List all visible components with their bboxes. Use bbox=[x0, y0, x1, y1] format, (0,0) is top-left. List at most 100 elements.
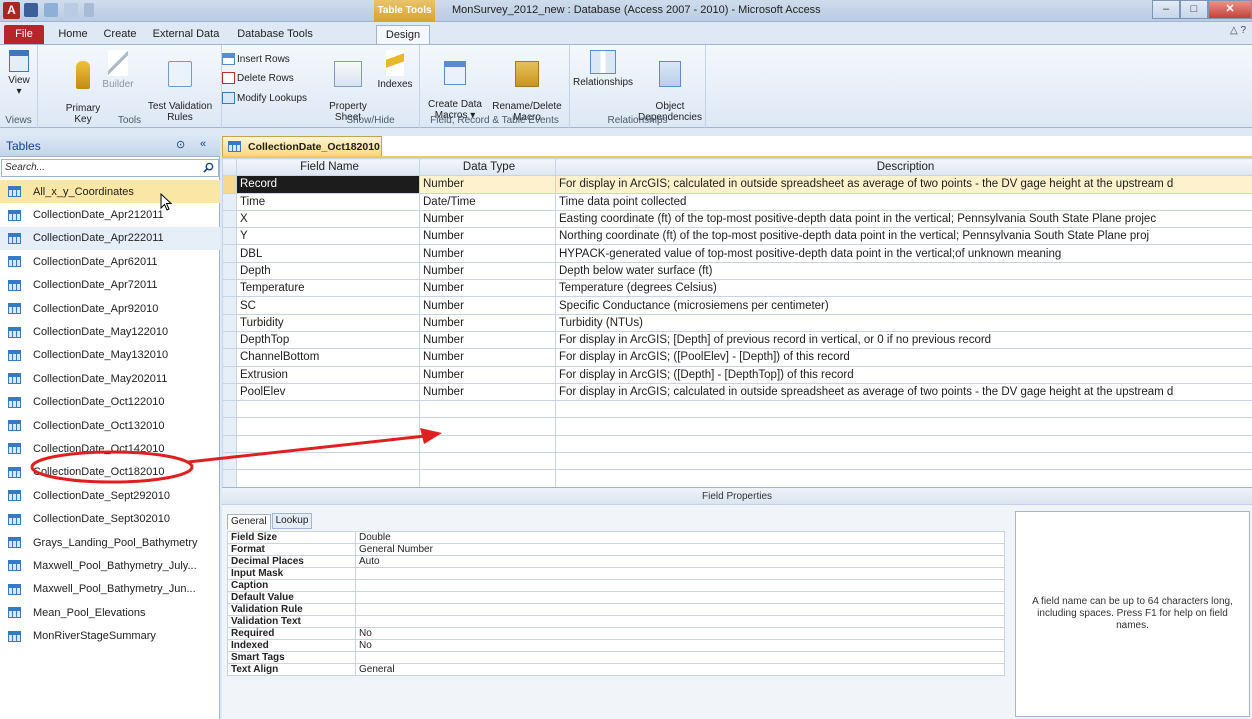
data-type-cell[interactable]: Number bbox=[419, 330, 556, 350]
tab-database-tools[interactable]: Database Tools bbox=[228, 25, 322, 44]
row-selector[interactable] bbox=[222, 452, 237, 471]
field-name-cell[interactable]: DBL bbox=[236, 244, 420, 263]
empty-field-row[interactable] bbox=[222, 469, 1252, 488]
row-selector[interactable] bbox=[222, 261, 237, 281]
access-app-icon[interactable]: A bbox=[3, 2, 20, 19]
tab-lookup[interactable]: Lookup bbox=[271, 513, 313, 529]
description-cell[interactable]: Temperature (degrees Celsius) bbox=[555, 279, 1252, 298]
maximize-button[interactable]: □ bbox=[1180, 0, 1208, 19]
data-type-cell[interactable] bbox=[419, 434, 556, 454]
nav-table-item[interactable]: Grays_Landing_Pool_Bathymetry bbox=[0, 531, 220, 554]
field-row[interactable]: Depth Number Depth below water surface (ft… bbox=[222, 261, 1252, 281]
minimize-button[interactable]: – bbox=[1152, 0, 1180, 19]
nav-table-item[interactable]: CollectionDate_Sept292010 bbox=[0, 484, 220, 507]
description-cell[interactable] bbox=[555, 400, 1252, 419]
field-name-cell[interactable] bbox=[236, 469, 420, 488]
field-row[interactable]: Extrusion Number For display in ArcGIS; ([… bbox=[222, 365, 1252, 384]
property-value[interactable] bbox=[355, 651, 1005, 664]
field-row[interactable]: Temperature Number Temperature (degrees Ce… bbox=[222, 279, 1252, 298]
nav-table-item[interactable]: All_x_y_Coordinates bbox=[0, 180, 220, 204]
description-cell[interactable]: For display in ArcGIS; ([PoolElev] - [De… bbox=[555, 348, 1252, 367]
row-selector[interactable] bbox=[222, 469, 237, 488]
description-cell[interactable]: For display in ArcGIS; calculated in out… bbox=[555, 175, 1252, 194]
field-row[interactable]: Record Number For display in ArcGIS; calcu… bbox=[222, 175, 1252, 194]
description-cell[interactable]: Turbidity (NTUs) bbox=[555, 313, 1252, 332]
tab-home[interactable]: Home bbox=[52, 25, 94, 44]
description-cell[interactable] bbox=[555, 417, 1252, 436]
nav-table-item[interactable]: CollectionDate_Apr92010 bbox=[0, 297, 220, 320]
column-header-data-type[interactable]: Data Type bbox=[419, 157, 556, 177]
data-type-cell[interactable] bbox=[419, 469, 556, 488]
field-name-cell[interactable]: X bbox=[236, 209, 420, 229]
property-value[interactable] bbox=[355, 567, 1005, 580]
data-type-cell[interactable]: Number bbox=[419, 227, 556, 246]
property-value[interactable]: General Number bbox=[355, 543, 1005, 556]
undo-icon[interactable] bbox=[44, 3, 58, 17]
delete-rows-button[interactable]: Delete Rows bbox=[222, 72, 294, 84]
nav-table-item[interactable]: CollectionDate_Sept302010 bbox=[0, 507, 220, 530]
row-selector[interactable] bbox=[222, 400, 237, 419]
data-type-cell[interactable]: Number bbox=[419, 175, 556, 194]
modify-lookups-button[interactable]: Modify Lookups bbox=[222, 92, 307, 104]
field-name-cell[interactable]: Temperature bbox=[236, 279, 420, 298]
column-header-description[interactable]: Description bbox=[555, 157, 1252, 177]
description-cell[interactable]: Easting coordinate (ft) of the top-most … bbox=[555, 209, 1252, 229]
field-row[interactable]: ChannelBottom Number For display in ArcGIS… bbox=[222, 348, 1252, 367]
save-icon[interactable] bbox=[24, 3, 38, 17]
nav-table-item[interactable]: CollectionDate_Apr72011 bbox=[0, 274, 220, 297]
nav-table-item[interactable]: Maxwell_Pool_Bathymetry_Jun... bbox=[0, 578, 220, 601]
description-cell[interactable]: For display in ArcGIS; calculated in out… bbox=[555, 382, 1252, 402]
nav-search-input[interactable]: Search... bbox=[1, 159, 219, 177]
object-dependencies-button[interactable]: Object Dependencies bbox=[636, 50, 704, 123]
nav-header[interactable]: Tables ⊙ « bbox=[0, 136, 220, 157]
create-data-macros-button[interactable]: Create Data Macros ▾ bbox=[422, 50, 488, 121]
field-name-cell[interactable]: SC bbox=[236, 296, 420, 315]
field-row[interactable]: Y Number Northing coordinate (ft) of the t… bbox=[222, 227, 1252, 246]
data-type-cell[interactable]: Number bbox=[419, 382, 556, 402]
nav-table-item[interactable]: CollectionDate_Apr212011 bbox=[0, 203, 220, 226]
data-type-cell[interactable]: Number bbox=[419, 279, 556, 298]
nav-table-item[interactable]: CollectionDate_Oct132010 bbox=[0, 414, 220, 437]
empty-field-row[interactable] bbox=[222, 400, 1252, 419]
help-icon[interactable]: △ ? bbox=[1230, 25, 1246, 36]
field-name-cell[interactable]: DepthTop bbox=[236, 330, 420, 350]
data-type-cell[interactable] bbox=[419, 400, 556, 419]
data-type-cell[interactable] bbox=[419, 452, 556, 471]
property-value[interactable] bbox=[355, 615, 1005, 628]
property-sheet-button[interactable]: Property Sheet bbox=[324, 50, 372, 123]
row-selector[interactable] bbox=[222, 175, 237, 194]
description-cell[interactable] bbox=[555, 469, 1252, 488]
field-name-cell[interactable]: PoolElev bbox=[236, 382, 420, 402]
row-selector[interactable] bbox=[222, 434, 237, 454]
nav-table-item[interactable]: CollectionDate_May132010 bbox=[0, 344, 220, 367]
field-name-cell[interactable]: Extrusion bbox=[236, 365, 420, 384]
nav-table-item[interactable]: CollectionDate_Oct182010 bbox=[0, 461, 220, 484]
tab-file[interactable]: File bbox=[4, 25, 44, 44]
field-row[interactable]: SC Number Specific Conductance (microsieme… bbox=[222, 296, 1252, 315]
row-selector[interactable] bbox=[222, 192, 237, 211]
description-cell[interactable]: For display in ArcGIS; ([Depth] - [Depth… bbox=[555, 365, 1252, 384]
field-row[interactable]: PoolElev Number For display in ArcGIS; cal… bbox=[222, 382, 1252, 402]
tab-design[interactable]: Design bbox=[376, 25, 430, 44]
property-value[interactable]: No bbox=[355, 627, 1005, 640]
field-name-cell[interactable] bbox=[236, 452, 420, 471]
nav-table-item[interactable]: CollectionDate_Apr62011 bbox=[0, 250, 220, 273]
row-selector[interactable] bbox=[222, 227, 237, 246]
data-type-cell[interactable]: Number bbox=[419, 348, 556, 367]
row-selector[interactable] bbox=[222, 279, 237, 298]
field-name-cell[interactable]: Record bbox=[236, 175, 420, 194]
close-button[interactable]: ✕ bbox=[1208, 0, 1252, 19]
data-type-cell[interactable] bbox=[419, 417, 556, 436]
property-value[interactable]: Double bbox=[355, 531, 1005, 544]
document-tab[interactable]: CollectionDate_Oct182010 bbox=[222, 136, 382, 156]
builder-button[interactable]: Builder bbox=[98, 50, 138, 90]
description-cell[interactable]: Specific Conductance (microsiemens per c… bbox=[555, 296, 1252, 315]
description-cell[interactable] bbox=[555, 452, 1252, 471]
empty-field-row[interactable] bbox=[222, 417, 1252, 436]
field-name-cell[interactable] bbox=[236, 434, 420, 454]
nav-table-item[interactable]: Maxwell_Pool_Bathymetry_July... bbox=[0, 554, 220, 577]
row-selector[interactable] bbox=[222, 365, 237, 384]
data-type-cell[interactable]: Number bbox=[419, 296, 556, 315]
property-value[interactable] bbox=[355, 579, 1005, 592]
row-selector[interactable] bbox=[222, 417, 237, 436]
